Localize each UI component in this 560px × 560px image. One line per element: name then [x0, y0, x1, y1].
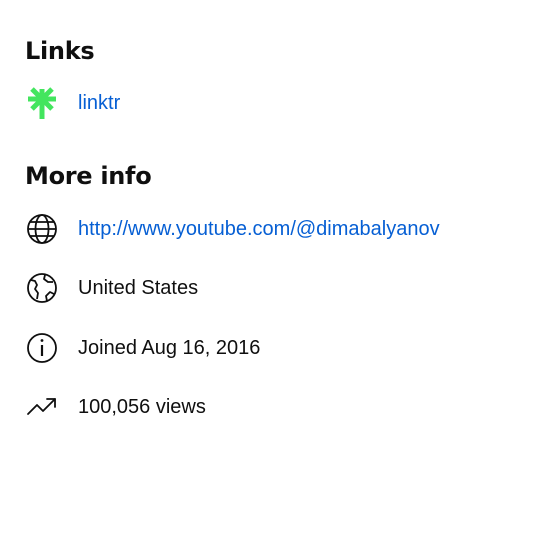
- links-heading: Links: [25, 37, 95, 65]
- more-info-heading: More info: [25, 162, 152, 190]
- globe-icon: [25, 212, 59, 246]
- channel-url-row[interactable]: http://www.youtube.com/@dimabalyanov: [25, 212, 440, 246]
- joined-date-text: Joined Aug 16, 2016: [78, 337, 261, 359]
- channel-url-link[interactable]: http://www.youtube.com/@dimabalyanov: [78, 217, 440, 241]
- info-icon: [25, 331, 59, 365]
- views-row: 100,056 views: [25, 390, 206, 424]
- linktree-asterisk-icon: [25, 86, 59, 120]
- link-item-linktr[interactable]: linktr: [25, 86, 120, 120]
- trending-icon: [25, 390, 59, 424]
- earth-icon: [25, 271, 59, 305]
- country-text: United States: [78, 277, 199, 299]
- joined-row: Joined Aug 16, 2016: [25, 331, 260, 365]
- views-count-text: 100,056 views: [78, 396, 206, 418]
- country-row: United States: [25, 271, 198, 305]
- link-label[interactable]: linktr: [78, 91, 120, 115]
